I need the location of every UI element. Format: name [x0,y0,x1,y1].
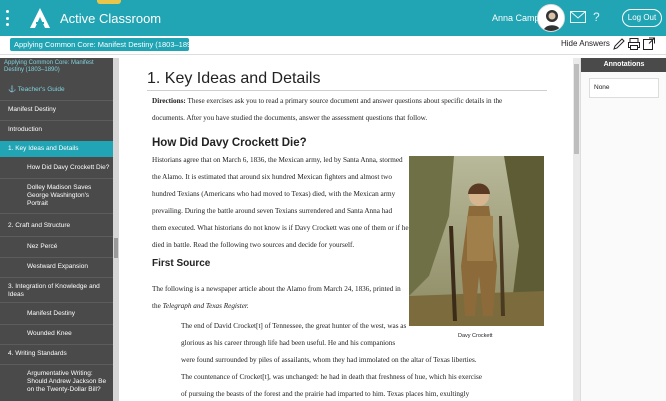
logout-button[interactable]: Log Out [622,9,662,27]
body-line: them executed. What historians do not kn… [152,224,409,232]
source-intro-line: the Telegraph and Texas Register. [152,298,412,315]
divider [0,120,119,121]
sidebar-item-label: 3. Integration of Knowledge and Ideas [8,283,100,298]
sidebar-item-label: Nez Percé [27,243,58,250]
directions-line1: These exercises ask you to read a primar… [185,97,503,105]
scroll-thumb[interactable] [114,238,118,258]
hide-answers-button[interactable]: Hide Answers [561,39,610,48]
sidebar-item-label: Dolley Madison Saves George Washington's… [27,184,92,207]
quote-line: of pursuing the beasts of the forest and… [181,390,470,398]
page-title: 1. Key Ideas and Details [147,70,321,87]
sidebar-item-label: How Did Davy Crockett Die? [27,164,110,171]
teacher-icon: ⚓ [8,86,18,93]
sidebar-item-westward-expansion[interactable]: Westward Expansion [0,263,119,271]
avatar-image [538,5,564,31]
sidebar-item-label: 4. Writing Standards [8,350,67,357]
quote-line: The countenance of Crocket[t], was uncha… [181,373,482,381]
body-line: the Alamo. It is estimated that around s… [152,173,392,181]
sidebar-item-label: Wounded Knee [27,330,72,337]
top-bar: Active Classroom Anna Campagna ? Log Out [0,0,666,36]
content-scrollbar[interactable] [573,58,580,401]
divider [0,302,119,303]
annotations-title: Annotations [581,58,666,72]
quote-block: The end of David Crocket[t] of Tennessee… [181,318,571,401]
sidebar-item-key-ideas[interactable]: 1. Key Ideas and Details [0,141,119,157]
divider [0,178,119,179]
menu-icon[interactable] [6,10,10,26]
avatar[interactable] [537,4,565,32]
quote-line: glorious as his career through life had … [181,339,396,347]
sidebar-item-label: Teacher's Guide [17,86,65,93]
divider [0,213,119,214]
sidebar-item-manifest-destiny[interactable]: Manifest Destiny [0,106,119,114]
body-line: hundred Texians (Americans who had moved… [152,190,396,198]
sidebar-item-craft-structure[interactable]: 2. Craft and Structure [0,222,119,230]
photo-caption: Davy Crockett [458,333,493,339]
body-line: Historians agree that on March 6, 1836, … [152,156,403,164]
sub-bar: Applying Common Core: Manifest Destiny (… [0,36,666,55]
divider [0,236,119,237]
sidebar-item-wounded-knee[interactable]: Wounded Knee [0,330,119,338]
publication-name: Telegraph and Texas Register. [162,302,249,310]
sidebar-item-label: Argumentative Writing: Should Andrew Jac… [27,370,107,393]
sidebar-item-davy-crockett[interactable]: How Did Davy Crockett Die? [0,164,119,172]
sidebar-item-label: Westward Expansion [27,263,88,270]
section-title: How Did Davy Crockett Die? [152,137,307,149]
sidebar-item-writing-standards[interactable]: 4. Writing Standards [0,350,119,358]
pencil-icon[interactable] [612,37,626,51]
quote-line: were found surrounded by piles of assail… [181,356,477,364]
app-title: Active Classroom [60,11,162,26]
sidebar-item-nez-perce[interactable]: Nez Percé [0,243,119,251]
annotations-panel: Annotations None [580,58,666,401]
scroll-thumb[interactable] [574,64,579,154]
print-icon[interactable] [627,37,641,51]
divider [147,90,547,91]
help-icon[interactable]: ? [593,10,600,24]
sidebar-item-label: Manifest Destiny [27,310,76,317]
sidebar-item-label: 1. Key Ideas and Details [8,145,79,152]
export-icon[interactable] [642,37,656,51]
sidebar-item-argumentative-writing[interactable]: Argumentative Writing: Should Andrew Jac… [0,370,110,394]
sidebar-item-integration[interactable]: 3. Integration of Knowledge and Ideas [0,283,112,299]
sidebar-item-label: Introduction [8,126,42,133]
divider [0,364,119,365]
divider [0,344,119,345]
annotations-value[interactable]: None [589,78,659,98]
divider [0,257,119,258]
sidebar-item-label: 2. Craft and Structure [8,222,71,229]
sidebar-item-dolley-madison[interactable]: Dolley Madison Saves George Washington's… [0,184,110,208]
source-intro: The following is a newspaper article abo… [152,281,412,315]
body-line: died in battle. Read the following two s… [152,241,355,249]
body-paragraph: Historians agree that on March 6, 1836, … [152,152,412,254]
source-intro-text: the [152,302,163,310]
mail-icon[interactable] [570,11,586,23]
sidebar-item-label: Manifest Destiny [8,106,57,113]
divider [0,100,119,101]
first-source-title: First Source [152,258,211,269]
sidebar-item-introduction[interactable]: Introduction [0,126,119,134]
sidebar-item-manifest-destiny-2[interactable]: Manifest Destiny [0,310,119,318]
davy-crockett-portrait [409,156,544,326]
directions-line2: documents. After you have studied the do… [152,114,428,122]
directions-text: Directions: These exercises ask you to r… [152,93,562,127]
tab-stub [97,0,121,4]
directions-label: Directions: [152,97,186,105]
divider [0,277,119,278]
main-content: 1. Key Ideas and Details Directions: The… [119,58,573,401]
body-line: prevailing. During the battle around sev… [152,207,393,215]
logo-icon [30,8,50,28]
sidebar-header[interactable]: Applying Common Core: Manifest Destiny (… [4,60,104,74]
breadcrumb[interactable]: Applying Common Core: Manifest Destiny (… [10,38,189,51]
source-intro-line: The following is a newspaper article abo… [152,285,401,293]
divider [0,324,119,325]
sidebar-item-teachers-guide[interactable]: ⚓ Teacher's Guide [0,86,119,94]
sidebar: Applying Common Core: Manifest Destiny (… [0,58,119,401]
